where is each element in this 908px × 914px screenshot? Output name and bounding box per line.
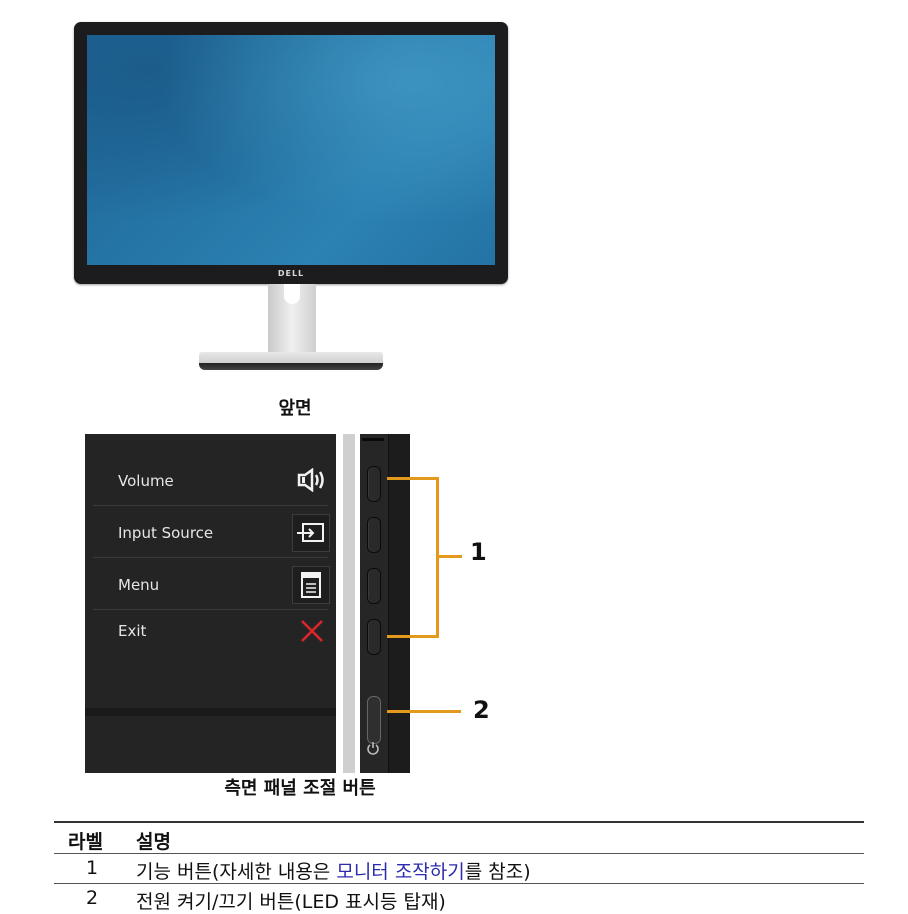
callout-label-2: 2 <box>473 696 490 724</box>
osd-item-menu: Menu <box>85 558 336 610</box>
monitor-operation-link[interactable]: 모니터 조작하기 <box>336 861 464 883</box>
table-header-rule <box>54 853 864 854</box>
callout-line <box>387 635 438 638</box>
osd-menu-panel: Volume Input Source Menu Exit <box>85 434 336 773</box>
function-button-2[interactable] <box>367 517 381 553</box>
power-icon <box>366 740 380 759</box>
row-label: 2 <box>86 887 99 909</box>
row-description: 전원 켜기/끄기 버튼(LED 표시등 탑재) <box>136 891 446 913</box>
menu-icon <box>292 566 330 604</box>
osd-item-label: Volume <box>118 472 174 490</box>
power-button[interactable] <box>367 696 381 744</box>
description-text: 를 참조) <box>464 861 531 883</box>
callout-line <box>387 710 461 713</box>
callout-label-1: 1 <box>470 538 487 566</box>
osd-item-label: Menu <box>118 576 160 594</box>
table-top-rule <box>54 821 864 823</box>
monitor-side-bezel <box>360 434 410 773</box>
close-icon <box>294 613 330 649</box>
table-header-description: 설명 <box>136 831 171 853</box>
dell-logo: DELL <box>277 269 305 278</box>
side-panel-caption: 측면 패널 조절 버튼 <box>224 778 376 799</box>
callout-line <box>436 555 462 558</box>
row-label: 1 <box>86 857 99 879</box>
osd-divider-bar <box>85 708 336 716</box>
table-header-label: 라벨 <box>68 831 103 853</box>
osd-item-label: Exit <box>118 622 147 640</box>
function-button-1[interactable] <box>367 466 381 502</box>
function-button-3[interactable] <box>367 568 381 604</box>
monitor-stand-base <box>199 352 383 370</box>
osd-item-volume: Volume <box>85 454 336 506</box>
osd-item-exit: Exit <box>85 610 336 662</box>
osd-item-label: Input Source <box>118 524 214 542</box>
volume-icon <box>294 462 330 498</box>
cable-slot <box>284 284 300 304</box>
monitor-screen <box>87 35 495 265</box>
input-source-icon <box>292 514 330 552</box>
table-row-rule <box>54 883 864 884</box>
front-view-caption: 앞면 <box>278 398 312 419</box>
bezel-edge <box>343 434 355 773</box>
monitor-front-image: DELL <box>74 22 508 284</box>
function-button-4[interactable] <box>367 619 381 655</box>
osd-item-input-source: Input Source <box>85 506 336 558</box>
description-text: 기능 버튼(자세한 내용은 <box>136 861 337 883</box>
callout-line <box>387 477 438 480</box>
row-description: 기능 버튼(자세한 내용은 모니터 조작하기를 참조) <box>136 857 531 884</box>
bezel-groove <box>362 438 384 441</box>
